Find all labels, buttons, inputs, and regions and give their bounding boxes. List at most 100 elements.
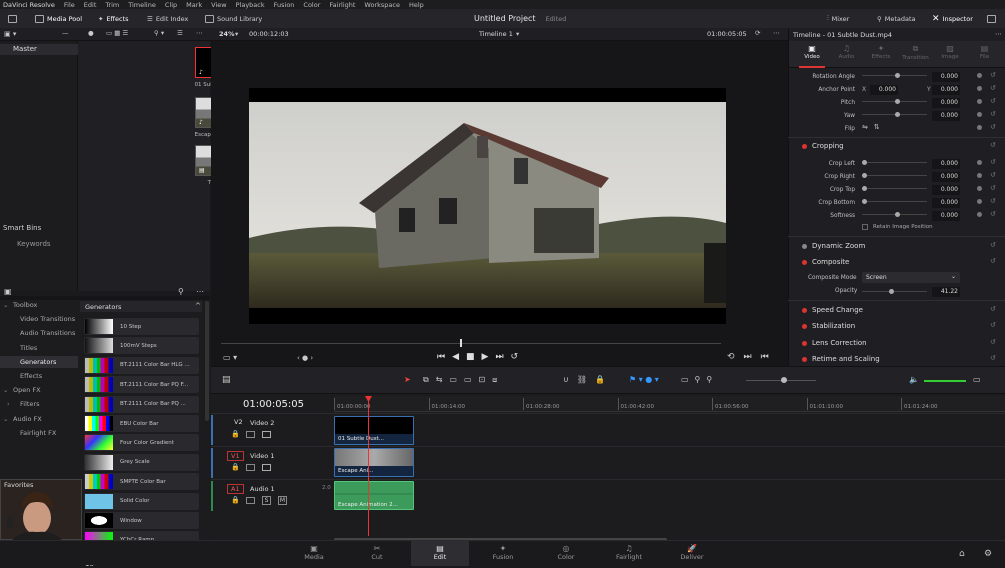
scrollbar[interactable] — [205, 301, 209, 421]
lock-icon[interactable]: 🔒 — [231, 463, 240, 471]
page-media[interactable]: ▣ Media — [285, 541, 343, 566]
reset-icon[interactable]: ↺ — [990, 305, 996, 313]
reset-icon[interactable]: ↺ — [990, 141, 996, 149]
page-deliver[interactable]: 🚀 Deliver — [663, 541, 721, 566]
value-field[interactable]: 0.000 — [932, 72, 960, 82]
panel-toggle-icon[interactable]: ▣ ▾ — [4, 30, 16, 38]
mixer-button[interactable]: ⫶ Mixer — [827, 9, 849, 28]
more-icon[interactable]: ⋯ — [995, 30, 1002, 38]
playhead[interactable] — [368, 396, 369, 536]
value-field[interactable]: 0.000 — [932, 198, 960, 208]
sort-icon[interactable]: ☰ — [177, 29, 183, 37]
generator-item[interactable]: BT.2111 Color Bar PQ ... — [84, 395, 199, 413]
slider-handle[interactable] — [894, 112, 900, 117]
toolbox-item[interactable]: Generators — [20, 358, 56, 366]
media-pool-button[interactable]: Media Pool — [35, 9, 82, 28]
reset-icon[interactable]: ↺ — [990, 338, 996, 346]
tab-effects[interactable]: ✦ Effects — [866, 41, 896, 68]
zoom-tools[interactable]: ▭⚲⚲ — [681, 375, 718, 384]
value-field[interactable]: 0.000 — [932, 185, 960, 195]
v1-clip[interactable]: Escape Ani... — [334, 448, 414, 477]
opacity-slider-handle[interactable] — [888, 289, 894, 294]
reset-icon[interactable]: ↺ — [990, 197, 996, 205]
sidebar-toggle-icon[interactable]: ▣ — [4, 287, 12, 296]
generator-item[interactable]: Grey Scale — [84, 453, 199, 471]
generator-item[interactable]: Solid Color — [84, 492, 199, 510]
section-stabilization[interactable]: Stabilization ↺ — [788, 319, 1005, 333]
tab-file[interactable]: ▤ File — [970, 41, 1000, 68]
volume-slider[interactable] — [924, 380, 966, 382]
anchor-x-field[interactable]: 0.000 — [870, 85, 898, 95]
menu-item-clip[interactable]: Clip — [165, 1, 177, 9]
lock-icon[interactable]: 🔒 — [231, 496, 240, 504]
page-cut[interactable]: ✂ Cut — [348, 541, 406, 566]
jog-control[interactable]: ‹ ● › — [297, 354, 313, 362]
slider-handle[interactable] — [894, 99, 900, 104]
more-icon[interactable]: ⋯ — [196, 287, 204, 296]
track-id-a1[interactable]: A1 — [227, 484, 244, 494]
a1-clip[interactable]: Escape Animation 2... — [334, 481, 414, 510]
generator-item[interactable]: 100mV Steps — [84, 337, 199, 355]
mute-button[interactable]: M — [278, 496, 287, 505]
timeline-view-icon[interactable]: ▤ — [222, 375, 231, 385]
flag-icon[interactable]: ⚑ ▾ ● ▾ — [629, 375, 659, 384]
slider-handle[interactable] — [894, 212, 900, 217]
inspector-button[interactable]: ✕ Inspector — [932, 9, 973, 28]
tab-video[interactable]: ▣ Video — [797, 41, 827, 68]
menu-item-help[interactable]: Help — [409, 1, 424, 9]
menu-item-davinci-resolve[interactable]: DaVinci Resolve — [3, 1, 55, 9]
generator-item[interactable]: BT.2111 Color Bar PQ F... — [84, 376, 199, 394]
generator-item[interactable]: Four Color Gradient — [84, 434, 199, 452]
speaker-icon[interactable]: 🔈 — [909, 375, 919, 384]
slider-handle[interactable] — [862, 173, 867, 178]
reset-icon[interactable]: ↺ — [990, 158, 996, 166]
page-fusion[interactable]: ✦ Fusion — [474, 541, 532, 566]
keyframe-icon[interactable] — [977, 112, 982, 117]
page-color[interactable]: ◎ Color — [537, 541, 595, 566]
page-fairlight[interactable]: ♫ Fairlight — [600, 541, 658, 566]
keywords-bin[interactable]: Keywords — [17, 240, 51, 248]
value-field[interactable]: 0.000 — [932, 211, 960, 221]
track-id-v2[interactable]: V2 — [231, 418, 246, 426]
value-field[interactable]: 0.000 — [932, 85, 960, 95]
solo-button[interactable]: S — [262, 496, 271, 505]
viewer-options-icon[interactable]: ▭ ▾ — [223, 353, 237, 362]
edit-tools[interactable]: ⧉⇆▭▭⊡⧈ — [423, 375, 504, 385]
menu-item-fairlight[interactable]: Fairlight — [329, 1, 355, 9]
menu-item-workspace[interactable]: Workspace — [364, 1, 400, 9]
menu-item-edit[interactable]: Edit — [84, 1, 97, 9]
menu-item-trim[interactable]: Trim — [105, 1, 119, 9]
page-edit[interactable]: ▤ Edit — [411, 541, 469, 566]
keyframe-icon[interactable] — [977, 173, 982, 178]
track-id-v1[interactable]: V1 — [227, 451, 244, 461]
tab-transition[interactable]: ⧉ Transition — [901, 41, 931, 68]
snap-link-tools[interactable]: ∪⛓🔒 — [563, 375, 613, 384]
keyframe-icon[interactable] — [977, 212, 982, 217]
match-frame-controls[interactable]: ⟲⏭⏮ — [727, 352, 778, 362]
zoom-level[interactable]: 24% — [219, 30, 235, 38]
toolbox-item[interactable]: Effects — [20, 372, 42, 380]
generator-item[interactable]: BT.2111 Color Bar HLG ... — [84, 356, 199, 374]
toolbox-item[interactable]: Audio FX — [13, 415, 42, 423]
toolbox-item[interactable]: Filters — [20, 400, 39, 408]
menu-item-color[interactable]: Color — [303, 1, 320, 9]
search-icon[interactable]: ⚲ ▾ — [154, 29, 164, 37]
section-lens-correction[interactable]: Lens Correction ↺ — [788, 336, 1005, 350]
section-dynamic-zoom[interactable]: Dynamic Zoom ↺ — [788, 239, 1005, 253]
track-enable-icon[interactable] — [262, 464, 271, 471]
keyframe-icon[interactable] — [977, 199, 982, 204]
chevron-down-icon[interactable]: ▾ — [516, 30, 519, 38]
slider-handle[interactable] — [894, 73, 900, 78]
section-speed-change[interactable]: Speed Change ↺ — [788, 303, 1005, 317]
home-icon[interactable]: ⌂ — [959, 549, 965, 559]
retain-position-checkbox[interactable] — [862, 224, 868, 230]
view-icons[interactable]: ▭ ▦ ☰ — [106, 29, 128, 37]
menu-item-file[interactable]: File — [64, 1, 75, 9]
reset-icon[interactable]: ↺ — [990, 184, 996, 192]
slider-handle[interactable] — [862, 186, 867, 191]
layout-icon[interactable] — [8, 9, 17, 28]
toolbox-item[interactable]: Audio Transitions — [20, 329, 75, 337]
menu-item-mark[interactable]: Mark — [186, 1, 202, 9]
transport-controls[interactable]: ⏮◀■▶⏭↺ — [437, 352, 525, 362]
composite-mode-select[interactable]: Screen ⌄ — [862, 272, 960, 283]
